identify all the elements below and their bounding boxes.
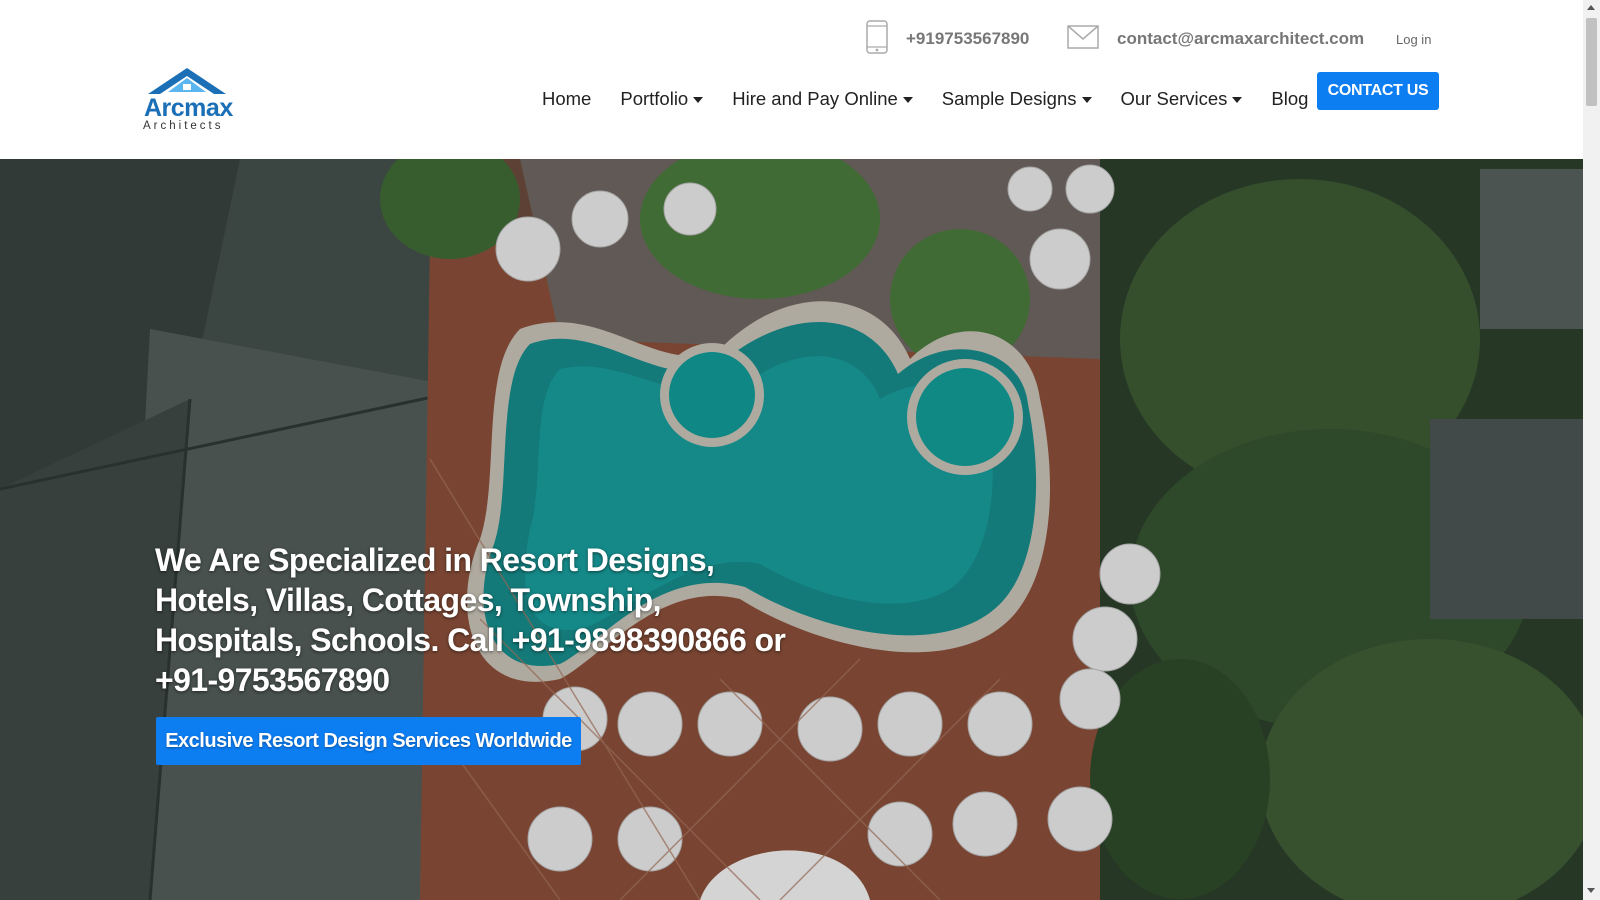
brand-name: Arcmax [144,94,233,122]
nav-item-hire-and-pay[interactable]: Hire and Pay Online [732,88,913,110]
nav-item-label: Our Services [1120,88,1228,109]
hero-headline: We Are Specialized in Resort Designs, Ho… [155,542,786,698]
main-nav: Home Portfolio Hire and Pay Online Sampl… [542,86,1337,112]
hero-banner: We Are Specialized in Resort Designs, Ho… [0,159,1583,900]
caret-down-icon [693,97,704,103]
envelope-icon [1067,24,1099,54]
brand-subtitle: Architects [143,120,224,132]
hero-overlay [0,159,1583,900]
caret-down-icon [1081,97,1092,103]
nav-item-label: Portfolio [620,88,689,109]
contact-us-button[interactable]: CONTACT US [1317,72,1439,110]
nav-item-our-services[interactable]: Our Services [1121,88,1243,110]
roof-logo-icon [148,68,226,94]
nav-item-blog[interactable]: Blog [1271,88,1308,110]
nav-item-label: Blog [1271,88,1309,109]
resort-design-services-button[interactable]: Exclusive Resort Design Services Worldwi… [156,717,581,765]
topbar-email[interactable]: contact@arcmaxarchitect.com [1067,22,1364,56]
email-address: contact@arcmaxarchitect.com [1117,29,1365,48]
nav-item-home[interactable]: Home [542,88,591,110]
caret-down-icon [1232,97,1243,103]
phone-icon [866,19,888,59]
nav-item-portfolio[interactable]: Portfolio [620,88,704,110]
nav-item-label: Home [542,88,592,109]
scroll-down-arrow-icon[interactable] [1587,888,1595,893]
site-header: Arcmax Architects +919753567890 contact@… [0,0,1583,159]
login-link[interactable]: Log in [1396,32,1431,47]
scroll-up-arrow-icon[interactable] [1587,5,1595,10]
page-scrollbar[interactable] [1583,0,1600,900]
topbar-phone[interactable]: +919753567890 [866,19,1030,59]
brand-logo[interactable]: Arcmax Architects [140,66,240,132]
nav-item-label: Hire and Pay Online [732,88,898,109]
nav-item-label: Sample Designs [941,88,1077,109]
phone-number: +919753567890 [906,29,1030,48]
scrollbar-thumb[interactable] [1586,18,1597,106]
nav-item-sample-designs[interactable]: Sample Designs [942,88,1092,110]
caret-down-icon [902,97,913,103]
